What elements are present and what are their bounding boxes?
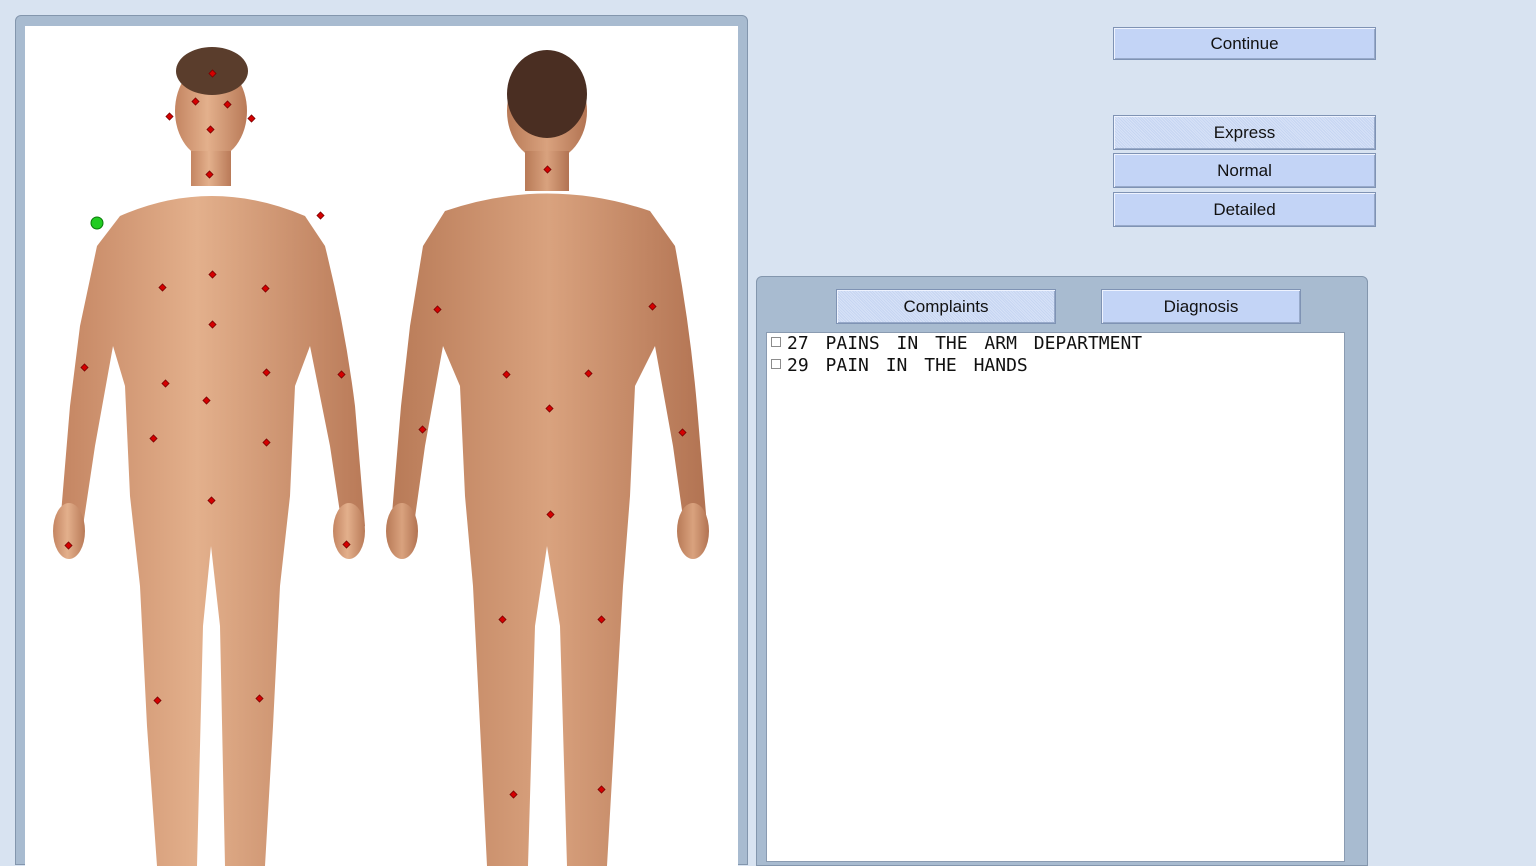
point-shoulder-right-selected[interactable]	[90, 216, 104, 230]
complaint-text: PAINS IN THE ARM DEPARTMENT	[825, 333, 1143, 354]
list-item[interactable]: 27 PAINS IN THE ARM DEPARTMENT	[767, 333, 1344, 355]
complaint-text: PAIN IN THE HANDS	[825, 355, 1028, 376]
detailed-mode-button[interactable]: Detailed	[1113, 192, 1376, 227]
back-hair	[507, 50, 587, 138]
tab-complaints[interactable]: Complaints	[836, 289, 1056, 324]
point-ear-left[interactable]	[165, 112, 174, 121]
back-figure	[386, 61, 709, 866]
express-mode-button[interactable]: Express	[1113, 115, 1376, 150]
body-figures	[53, 47, 709, 866]
front-figure	[53, 63, 365, 866]
complaint-code: 27	[787, 333, 809, 354]
tab-diagnosis[interactable]: Diagnosis	[1101, 289, 1301, 324]
point-shoulder-left[interactable]	[316, 211, 325, 220]
body-map-canvas	[25, 26, 738, 866]
point-ear-right[interactable]	[247, 114, 256, 123]
complaints-list[interactable]: 27 PAINS IN THE ARM DEPARTMENT 29 PAIN I…	[766, 332, 1345, 862]
continue-button[interactable]: Continue	[1113, 27, 1376, 60]
normal-mode-button[interactable]: Normal	[1113, 153, 1376, 188]
list-item[interactable]: 29 PAIN IN THE HANDS	[767, 355, 1344, 377]
body-map-panel	[15, 15, 748, 866]
complaint-code: 29	[787, 355, 809, 376]
complaint-checkbox[interactable]	[771, 337, 781, 347]
complaint-checkbox[interactable]	[771, 359, 781, 369]
